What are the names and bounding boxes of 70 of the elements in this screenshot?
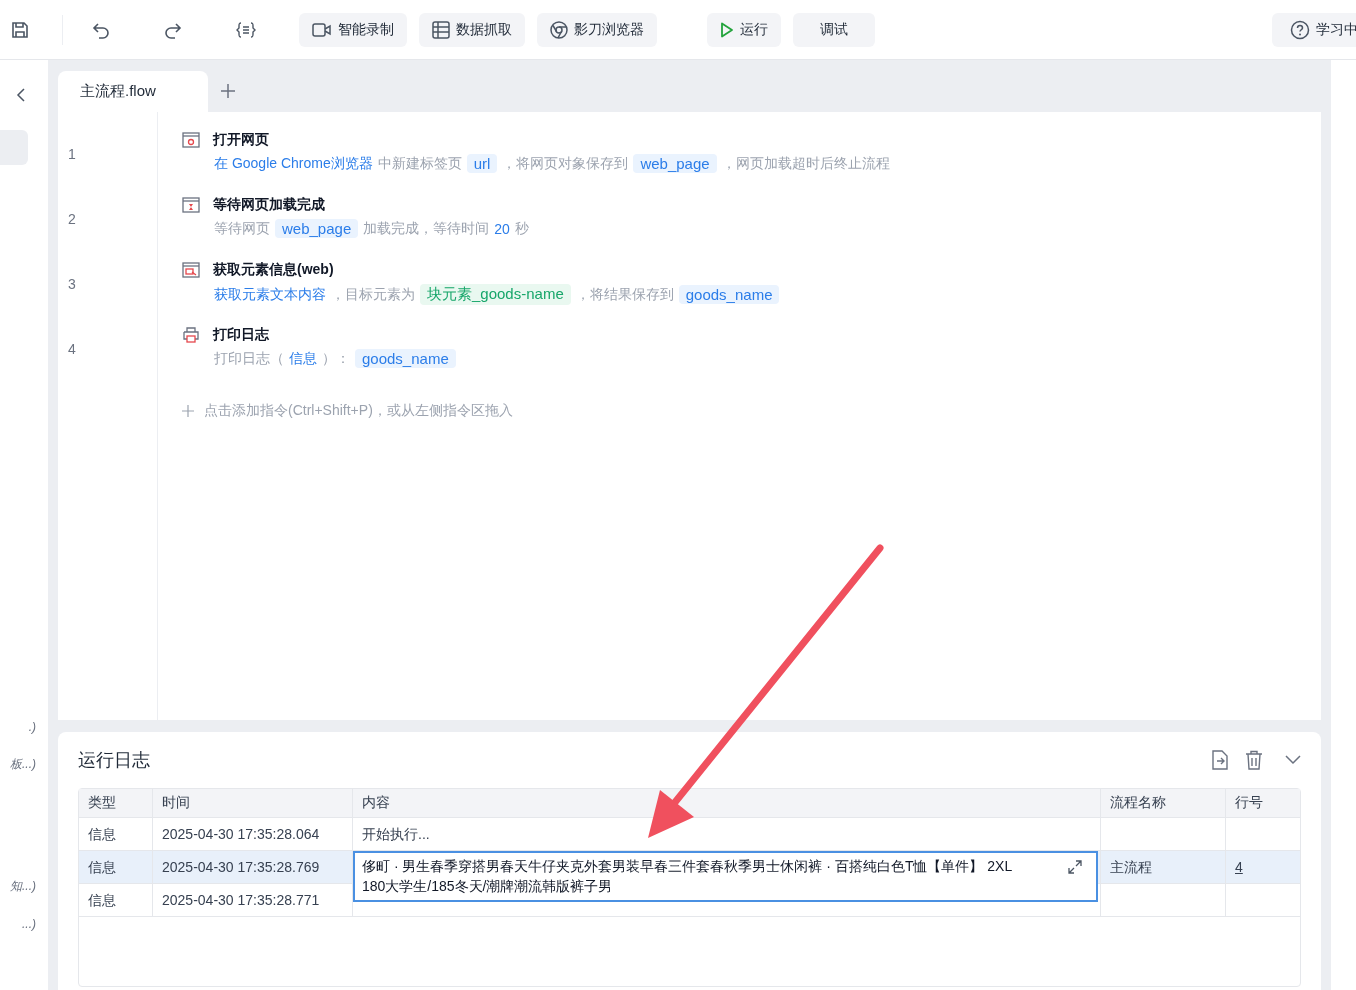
step-title: 获取元素信息(web) — [213, 261, 334, 279]
file-tab[interactable]: 主流程.flow — [58, 71, 208, 112]
step-text: ）： — [322, 349, 350, 368]
line-number: 4 — [68, 341, 76, 357]
variable-tag[interactable]: web_page — [275, 219, 359, 238]
debug-button[interactable]: 调试 — [793, 12, 875, 47]
sidebar-hint-text: .) — [28, 720, 37, 734]
column-header: 行号 — [1234, 793, 1264, 812]
table-cell: 信息 — [88, 891, 116, 909]
table-cell: 2025-04-30 17:35:28.064 — [162, 825, 320, 843]
help-button[interactable]: 学习中 — [1272, 12, 1356, 47]
variable-tag[interactable]: web_page — [633, 154, 717, 173]
variable-tag[interactable]: goods_name — [678, 285, 780, 304]
column-header: 时间 — [153, 789, 353, 817]
sidebar-hint-text: 板...) — [10, 756, 37, 773]
step-title: 打开网页 — [213, 131, 269, 149]
chevron-down-icon[interactable] — [1285, 755, 1301, 765]
sidebar-hint-text: 知...) — [10, 878, 37, 895]
printer-icon — [182, 327, 200, 343]
parameter-link[interactable]: 在 Google Chrome浏览器 — [214, 154, 373, 173]
browser-icon — [550, 20, 568, 39]
hourglass-window-icon — [182, 197, 200, 213]
variable-tag[interactable]: url — [466, 154, 498, 173]
trash-icon[interactable] — [1245, 750, 1263, 770]
play-icon — [720, 21, 734, 38]
panel-title: 运行日志 — [78, 749, 150, 772]
table-cell: 信息 — [88, 858, 116, 876]
browser-window-icon — [182, 132, 200, 148]
table-cell: 开始执行... — [362, 825, 430, 843]
variable-tag[interactable]: goods_name — [355, 349, 456, 368]
column-header: 流程名称 — [1101, 789, 1226, 817]
column-header: 类型 — [79, 789, 153, 817]
sidebar-hint-text: ...) — [22, 917, 37, 931]
run-button[interactable]: 运行 — [707, 12, 781, 47]
step-text: 加载完成，等待时间 — [363, 219, 490, 238]
step-text: 中新建标签页 — [377, 154, 462, 173]
toolbar-button[interactable]: 影刀浏览器 — [537, 12, 657, 47]
step-text: 打印日志（ — [214, 349, 284, 368]
step-text: ，将网页对象保存到 — [502, 154, 629, 173]
line-link[interactable]: 4 — [1235, 858, 1243, 876]
step-text: ，将结果保存到 — [575, 285, 674, 304]
braces-icon[interactable] — [235, 19, 257, 40]
save-icon[interactable] — [10, 19, 30, 40]
export-icon[interactable] — [1211, 750, 1229, 770]
add-tab-icon[interactable] — [220, 83, 236, 99]
toolbar-button[interactable]: 数据抓取 — [419, 12, 525, 47]
line-number: 2 — [68, 211, 76, 227]
element-window-icon — [182, 262, 200, 278]
step-text: 等待网页 — [214, 219, 270, 238]
toolbar-button[interactable]: 智能录制 — [299, 12, 407, 47]
step-title: 等待网页加载完成 — [213, 196, 325, 214]
step-title: 打印日志 — [213, 326, 269, 344]
collapse-icon[interactable] — [16, 88, 26, 102]
step-text: ，目标元素为 — [331, 285, 415, 304]
parameter-link[interactable]: 20 — [494, 220, 510, 237]
line-number: 1 — [68, 146, 76, 162]
table-cell: 2025-04-30 17:35:28.769 — [162, 858, 320, 876]
parameter-link[interactable]: 获取元素文本内容 — [214, 285, 326, 304]
expand-icon[interactable] — [1068, 860, 1082, 874]
help-icon — [1290, 19, 1310, 40]
step-text: 秒 — [514, 219, 529, 238]
parameter-link[interactable]: 信息 — [289, 349, 317, 368]
cell-content-tooltip[interactable]: 侈町 · 男生春季穿搭男春天牛仔夹克外套男装早春三件套春秋季男士休闲裤 · 百搭纯白色T恤【单件】 2XL 180大学生/185冬天/潮牌潮流韩版裤子男 — [353, 851, 1098, 902]
table-cell: 信息 — [88, 825, 116, 843]
step-text: ，网页加载超时后终止流程 — [721, 154, 890, 173]
line-number: 3 — [68, 276, 76, 292]
table-cell: 主流程 — [1110, 858, 1152, 876]
table-icon — [432, 20, 450, 39]
video-camera-icon — [312, 21, 332, 38]
table-cell: 2025-04-30 17:35:28.771 — [162, 891, 320, 909]
